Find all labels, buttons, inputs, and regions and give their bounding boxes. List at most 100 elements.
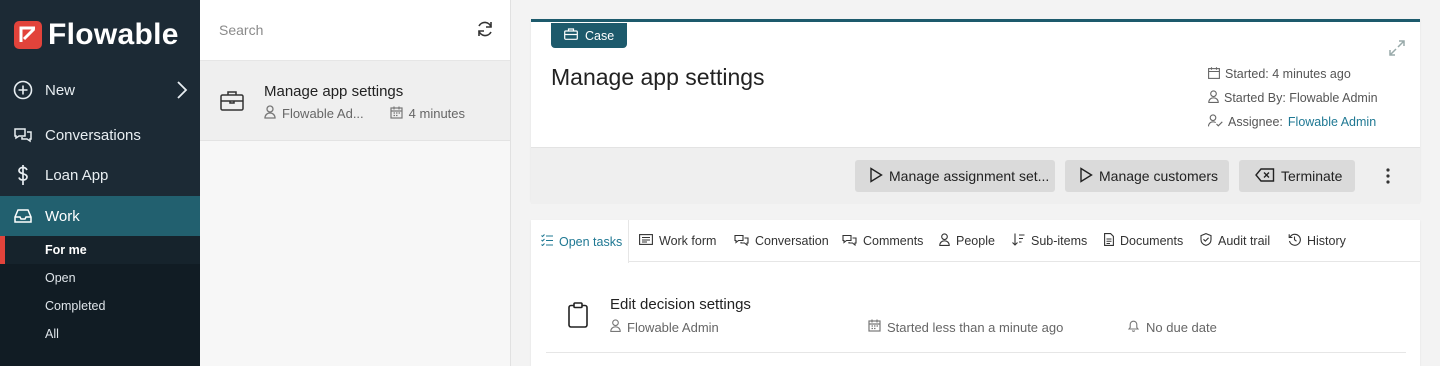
task-due-text: No due date	[1146, 319, 1217, 335]
case-actions-bar: Manage assignment set... Manage customer…	[531, 147, 1420, 204]
backspace-icon	[1255, 167, 1275, 185]
list-item[interactable]: Manage app settings Flowable Ad... 4 min…	[200, 61, 510, 141]
page-title: Manage app settings	[551, 64, 765, 90]
search-bar	[200, 0, 510, 61]
more-options-icon[interactable]	[1386, 168, 1390, 189]
sort-icon	[1012, 233, 1025, 249]
checklist-icon	[541, 234, 553, 249]
case-started: Started: 4 minutes ago	[1225, 67, 1351, 81]
tab-label: History	[1307, 234, 1346, 248]
case-started-row: Started: 4 minutes ago	[1208, 62, 1378, 86]
task-title: Edit decision settings	[610, 296, 751, 313]
person-icon	[610, 319, 621, 335]
comments-icon	[842, 234, 857, 249]
form-icon	[639, 234, 653, 248]
submenu-item-all[interactable]: All	[0, 320, 200, 348]
case-started-by: Started By: Flowable Admin	[1224, 91, 1378, 105]
play-icon	[869, 166, 883, 186]
list-item-title: Manage app settings	[264, 83, 404, 100]
plus-circle-icon	[12, 79, 34, 101]
list-item-meta: Flowable Ad... 4 minutes	[264, 105, 465, 122]
case-tabs: Open tasks Work form Conversation Commen…	[531, 220, 1420, 263]
calendar-icon	[1208, 66, 1220, 82]
chat-icon	[734, 234, 749, 249]
tab-audit-trail[interactable]: Audit trail	[1190, 220, 1270, 262]
expand-icon[interactable]	[1388, 39, 1406, 62]
case-assignee-label: Assignee:	[1228, 115, 1283, 129]
briefcase-icon	[220, 90, 244, 117]
case-type-label: Case	[585, 28, 615, 43]
person-icon	[1208, 90, 1219, 106]
task-assignee-name: Flowable Admin	[627, 319, 719, 335]
chat-bubbles-icon	[12, 124, 34, 146]
case-details-card: Open tasks Work form Conversation Commen…	[531, 220, 1420, 366]
tab-work-form[interactable]: Work form	[629, 220, 716, 262]
logo-text: Flowable	[48, 18, 179, 51]
person-check-icon	[1207, 114, 1223, 130]
tab-history[interactable]: History	[1278, 220, 1346, 262]
tab-label: Comments	[863, 234, 924, 248]
sidebar: Flowable New Conversations Loan App Work…	[0, 0, 200, 366]
manage-customers-button[interactable]: Manage customers	[1065, 160, 1229, 192]
search-input[interactable]	[219, 18, 459, 42]
sidebar-item-label: Work	[45, 207, 80, 225]
sidebar-item-conversations[interactable]: Conversations	[0, 115, 200, 155]
tab-people[interactable]: People	[929, 220, 995, 262]
submenu-item-for-me[interactable]: For me	[0, 236, 200, 264]
tab-label: Documents	[1120, 234, 1184, 248]
clipboard-icon	[568, 302, 588, 333]
work-submenu: For me Open Completed All	[0, 236, 200, 366]
sidebar-item-new[interactable]: New	[0, 70, 200, 110]
list-item-age: 4 minutes	[408, 106, 466, 121]
case-info: Started: 4 minutes ago Started By: Flowa…	[1207, 62, 1378, 134]
briefcase-icon	[564, 28, 578, 43]
case-assignee-link[interactable]: Flowable Admin	[1288, 115, 1376, 129]
button-label: Manage assignment set...	[889, 168, 1050, 184]
person-icon	[264, 105, 276, 122]
terminate-button[interactable]: Terminate	[1239, 160, 1355, 192]
task-due: No due date	[1127, 319, 1217, 335]
flowable-logo[interactable]: Flowable	[14, 18, 179, 52]
tab-label: People	[956, 234, 995, 248]
case-assignee-row: Assignee: Flowable Admin	[1207, 110, 1378, 134]
tab-label: Conversation	[755, 234, 829, 248]
tab-open-tasks[interactable]: Open tasks	[531, 220, 629, 263]
task-row[interactable]: Edit decision settings Flowable Admin St…	[546, 280, 1406, 353]
tab-conversation[interactable]: Conversation	[724, 220, 829, 262]
tab-comments[interactable]: Comments	[832, 220, 923, 262]
bell-icon	[1127, 319, 1140, 335]
button-label: Terminate	[1281, 168, 1343, 184]
submenu-item-open[interactable]: Open	[0, 264, 200, 292]
tab-label: Audit trail	[1218, 234, 1271, 248]
inbox-icon	[12, 205, 34, 227]
list-item-owner: Flowable Ad...	[282, 106, 364, 121]
shield-icon	[1200, 233, 1212, 249]
tab-documents[interactable]: Documents	[1094, 220, 1183, 262]
manage-assignment-button[interactable]: Manage assignment set...	[855, 160, 1055, 192]
tab-label: Work form	[659, 234, 717, 248]
calendar-icon	[390, 106, 403, 122]
sidebar-item-loan-app[interactable]: Loan App	[0, 155, 200, 195]
tab-sub-items[interactable]: Sub-items	[1002, 220, 1087, 262]
tab-label: Sub-items	[1031, 234, 1088, 248]
dollar-icon	[12, 164, 34, 186]
work-list-panel: Manage app settings Flowable Ad... 4 min…	[200, 0, 511, 366]
task-started-text: Started less than a minute ago	[887, 319, 1064, 335]
sidebar-item-work[interactable]: Work	[0, 196, 200, 236]
submenu-item-completed[interactable]: Completed	[0, 292, 200, 320]
case-header-card: Case Manage app settings Started: 4 minu…	[531, 19, 1420, 204]
refresh-icon[interactable]	[476, 20, 494, 43]
case-type-badge: Case	[551, 23, 628, 48]
calendar-icon	[868, 319, 881, 335]
sidebar-item-label: Loan App	[45, 166, 109, 184]
person-icon	[939, 233, 950, 249]
case-started-by-row: Started By: Flowable Admin	[1208, 86, 1378, 110]
task-started: Started less than a minute ago	[868, 319, 1063, 335]
button-label: Manage customers	[1099, 168, 1219, 184]
logo-mark-icon	[14, 21, 42, 49]
sidebar-item-label: New	[45, 81, 76, 99]
play-icon	[1079, 166, 1093, 186]
task-assignee: Flowable Admin	[610, 319, 719, 335]
chevron-right-icon	[176, 80, 188, 104]
document-icon	[1104, 233, 1114, 249]
